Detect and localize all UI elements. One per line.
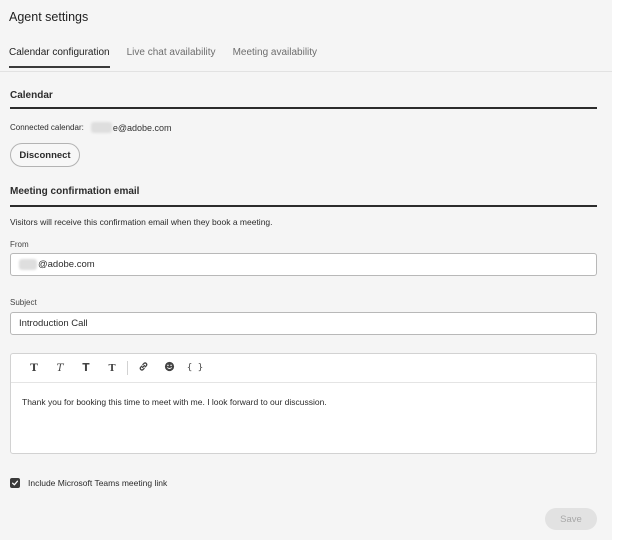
calendar-section-divider	[10, 107, 597, 109]
subject-label: Subject	[10, 298, 37, 307]
email-body-text[interactable]: Thank you for booking this time to meet …	[11, 383, 596, 421]
include-teams-option[interactable]: Include Microsoft Teams meeting link	[10, 478, 167, 488]
italic-icon[interactable]: T	[47, 362, 73, 374]
heading-icon[interactable]: T	[73, 362, 99, 374]
email-body-editor: T T T T { } Thank you for booking this t…	[10, 353, 597, 454]
tab-bar: Calendar configuration Live chat availab…	[9, 47, 334, 68]
redacted-email-prefix	[19, 259, 37, 270]
subject-field[interactable]: Introduction Call	[10, 312, 597, 335]
tabs-divider	[0, 71, 612, 72]
disconnect-button[interactable]: Disconnect	[10, 143, 80, 167]
connected-calendar-label: Connected calendar:	[10, 123, 84, 132]
editor-toolbar: T T T T { }	[11, 354, 596, 383]
variable-icon[interactable]: { }	[182, 363, 208, 373]
connected-calendar-email: e@adobe.com	[112, 122, 172, 133]
tab-calendar-configuration[interactable]: Calendar configuration	[9, 47, 110, 68]
text-style-icon[interactable]: T	[99, 363, 125, 374]
from-field[interactable]: @adobe.com	[10, 253, 597, 276]
from-field-value: @adobe.com	[38, 259, 95, 270]
from-label: From	[10, 240, 29, 249]
tab-live-chat-availability[interactable]: Live chat availability	[127, 47, 216, 66]
save-button[interactable]: Save	[545, 508, 597, 530]
include-teams-label: Include Microsoft Teams meeting link	[28, 478, 168, 488]
redacted-email-prefix	[90, 122, 112, 133]
emoji-icon[interactable]	[156, 361, 182, 375]
tab-meeting-availability[interactable]: Meeting availability	[233, 47, 318, 66]
checkmark-icon	[11, 480, 19, 486]
connected-calendar-row: Connected calendar: e@adobe.com	[10, 122, 172, 133]
include-teams-checkbox[interactable]	[10, 478, 20, 488]
confirmation-section-title: Meeting confirmation email	[10, 186, 140, 197]
page-title: Agent settings	[9, 10, 89, 24]
confirmation-section-divider	[10, 205, 597, 207]
agent-settings-panel: Agent settings Calendar configuration Li…	[0, 0, 612, 540]
confirmation-description: Visitors will receive this confirmation …	[10, 217, 273, 227]
toolbar-separator	[127, 361, 128, 375]
calendar-section-title: Calendar	[10, 90, 53, 101]
link-icon[interactable]	[130, 361, 156, 375]
bold-icon[interactable]: T	[21, 362, 47, 374]
subject-field-value: Introduction Call	[19, 318, 88, 329]
